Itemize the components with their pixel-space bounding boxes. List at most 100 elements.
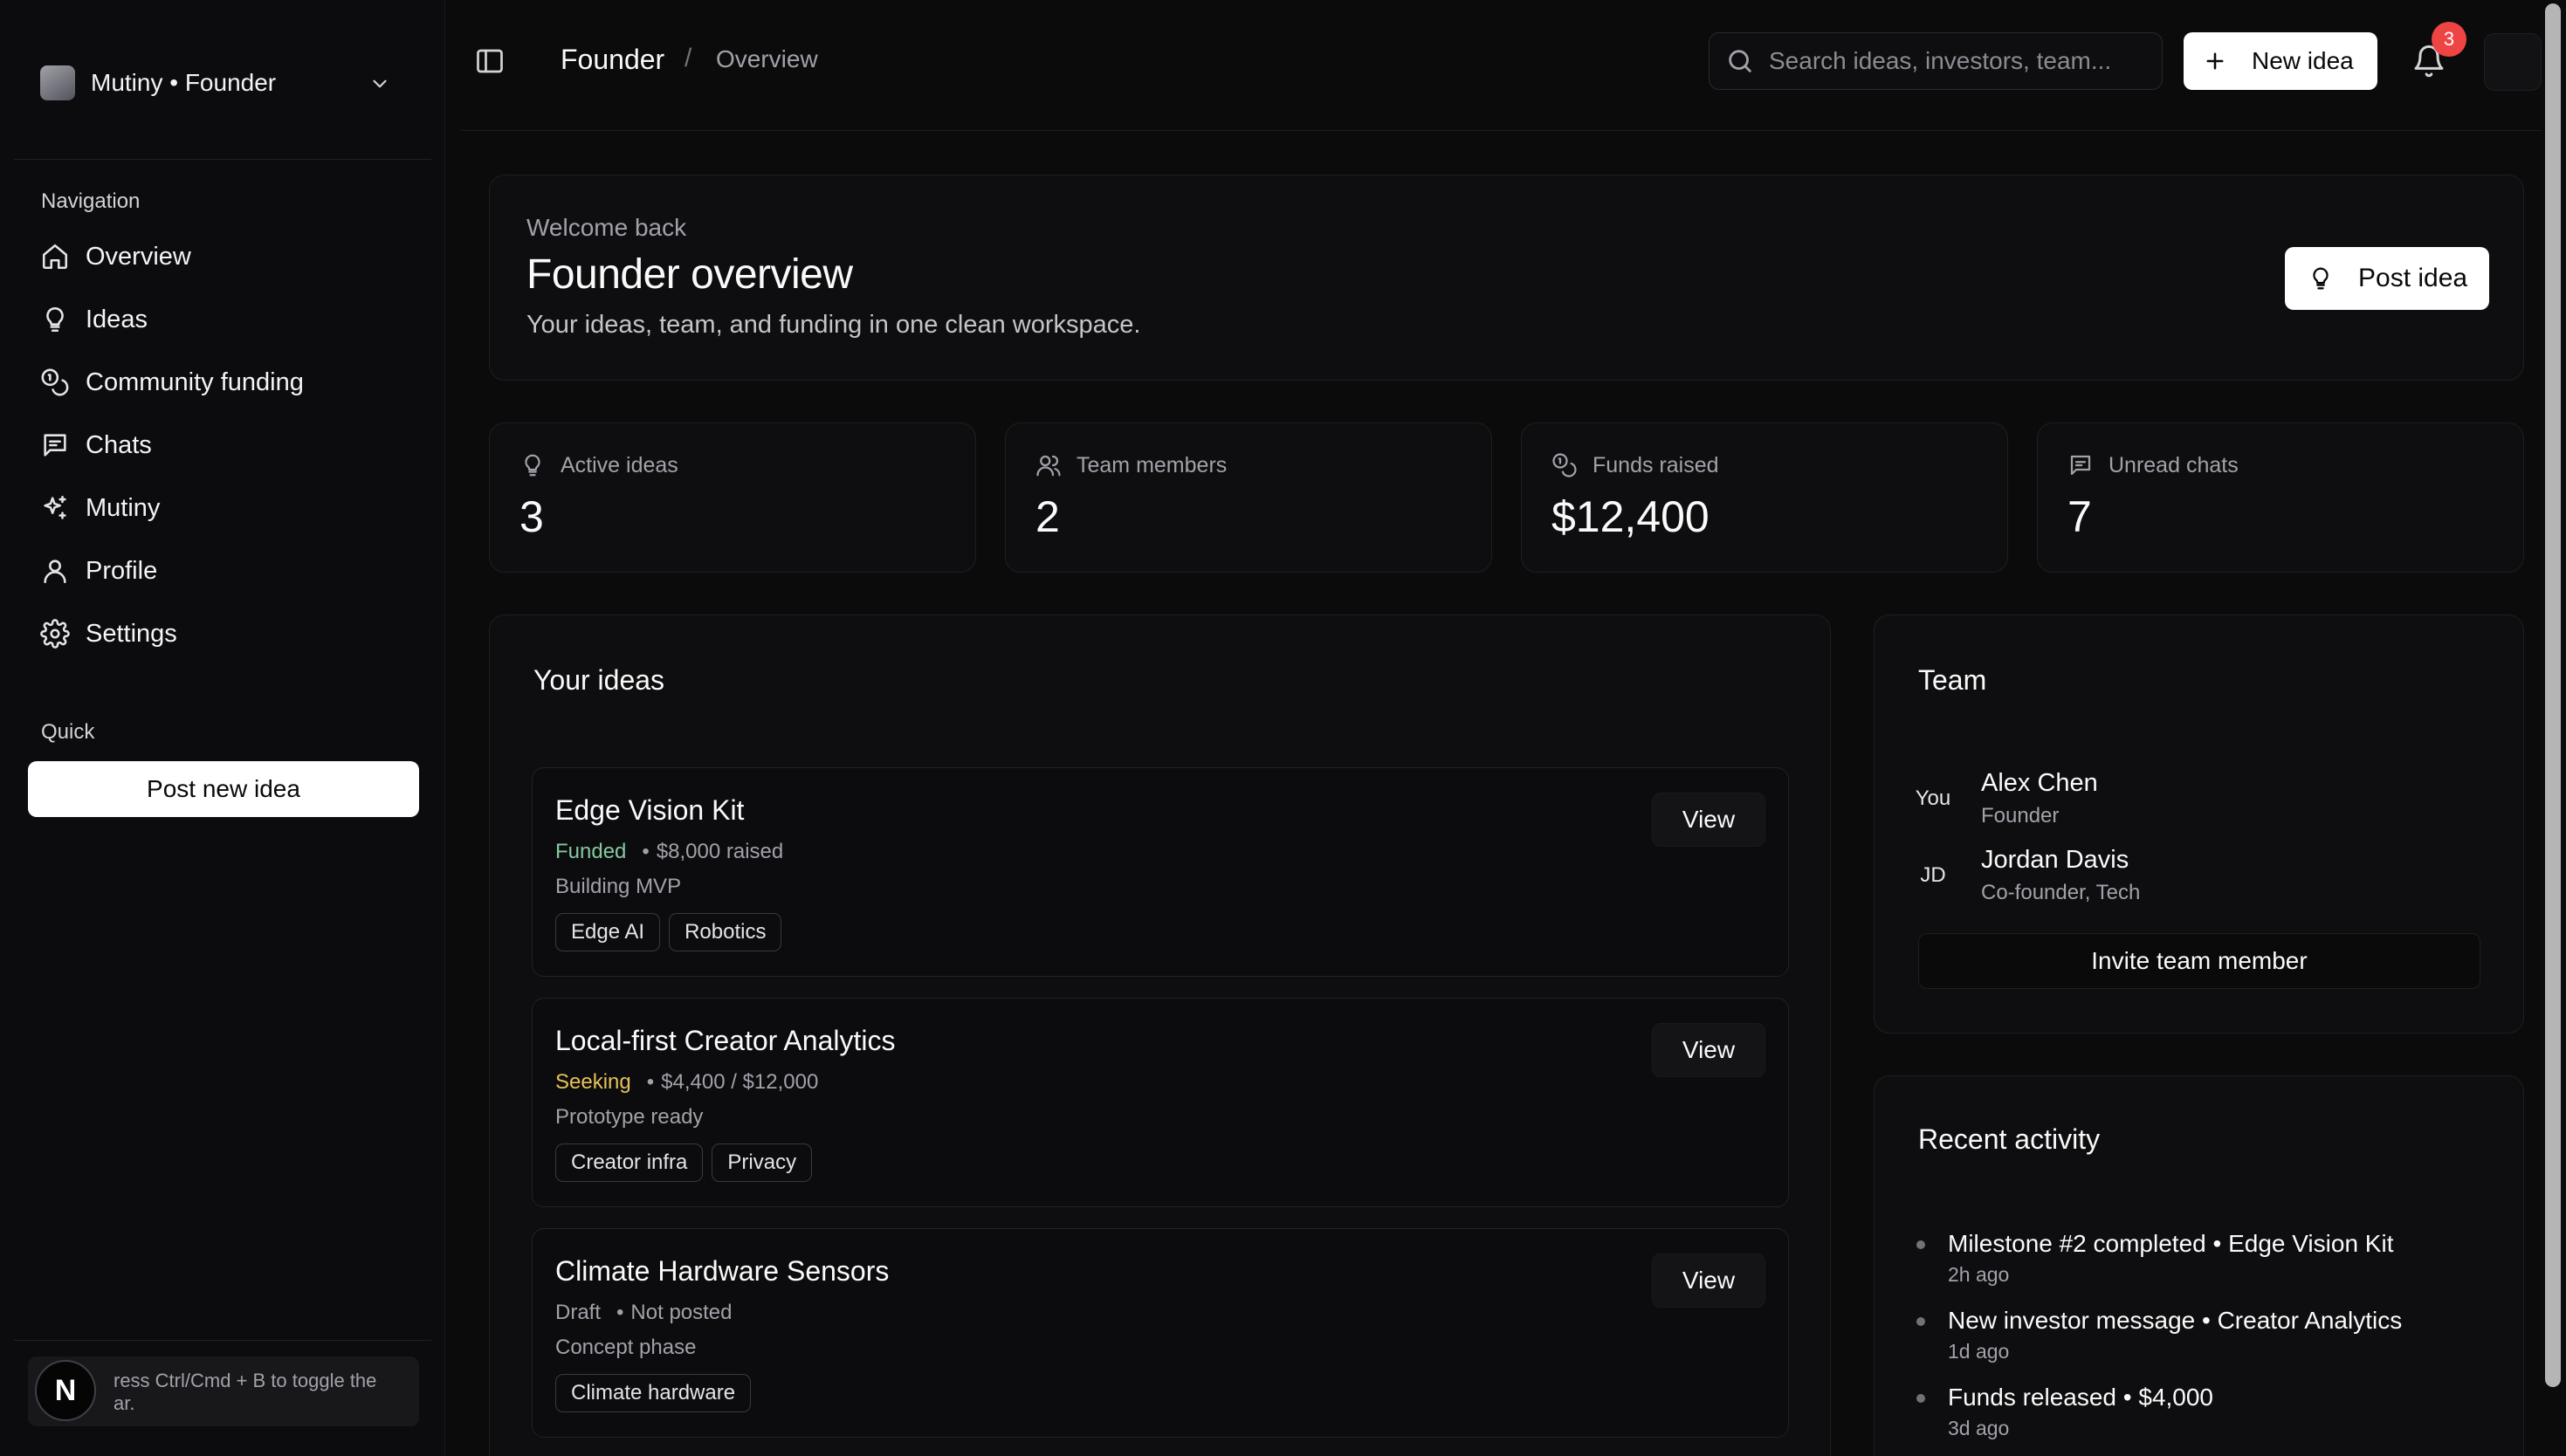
activity-time: 1d ago [1948, 1340, 2010, 1363]
stat-label: Funds raised [1593, 453, 1719, 477]
idea-tags: Edge AI Robotics [555, 913, 782, 951]
idea-detail: $8,000 raised [656, 840, 784, 863]
sidebar-item-ideas[interactable]: Ideas [26, 288, 419, 351]
idea-stage: Building MVP [555, 875, 682, 898]
stat-card-unread-chats: Unread chats 7 [2037, 422, 2524, 573]
idea-status: Seeking [555, 1070, 631, 1094]
workspace-switcher[interactable]: Mutiny • Founder [26, 48, 410, 118]
idea-meta: Seeking • $4,400 / $12,000 [555, 1070, 819, 1094]
sidebar-divider [14, 1340, 431, 1341]
idea-detail: Not posted [630, 1301, 733, 1324]
sidebar-item-label: Chats [86, 430, 152, 459]
plus-icon [2206, 52, 2224, 70]
stat-card-team-members: Team members 2 [1005, 422, 1492, 573]
sidebar-item-label: Mutiny [86, 493, 161, 522]
stat-label: Unread chats [2109, 453, 2239, 477]
invite-team-member-button[interactable]: Invite team member [1918, 933, 2480, 989]
view-idea-button[interactable]: View [1652, 1023, 1765, 1077]
view-idea-button[interactable]: View [1652, 793, 1765, 847]
activity-text: Funds released • $4,000 [1948, 1384, 2214, 1411]
lightbulb-icon [525, 454, 540, 477]
idea-meta: Funded • $8,000 raised [555, 840, 784, 863]
idea-detail: $4,400 / $12,000 [661, 1070, 819, 1094]
sparkles-icon [44, 495, 66, 519]
idea-stage: Prototype ready [555, 1105, 704, 1129]
activity-time: 3d ago [1948, 1417, 2010, 1439]
sidebar: Mutiny • Founder Navigation Overview Ide… [0, 0, 445, 1456]
idea-card: Local-first Creator Analytics Seeking • $4… [532, 998, 1789, 1207]
stat-value: 7 [2067, 492, 2092, 541]
bullet-icon [1916, 1240, 1925, 1249]
search-icon [1729, 50, 1751, 72]
idea-tags: Creator infra Privacy [555, 1144, 813, 1182]
avatar: You [1915, 786, 1951, 810]
home-icon [42, 244, 68, 270]
sidebar-item-overview[interactable]: Overview [26, 225, 419, 288]
post-idea-button[interactable]: Post idea [2285, 247, 2489, 310]
sidebar-toggle-icon[interactable] [474, 45, 506, 77]
activity-time: 2h ago [1948, 1263, 2010, 1286]
sidebar-item-mutiny[interactable]: Mutiny [26, 477, 419, 539]
idea-tags: Climate hardware [555, 1374, 752, 1412]
page-title: Founder overview [526, 251, 853, 298]
sidebar-item-settings[interactable]: Settings [26, 602, 419, 665]
dev-badge[interactable]: N [35, 1360, 96, 1421]
message-icon [44, 434, 66, 457]
idea-title: Local-first Creator Analytics [555, 1025, 896, 1056]
sidebar-item-profile[interactable]: Profile [26, 539, 419, 602]
idea-status: Draft [555, 1301, 602, 1324]
team-member[interactable]: You Alex Chen Founder [1897, 769, 2491, 839]
sidebar-item-label: Community funding [86, 367, 304, 396]
sidebar-item-chats[interactable]: Chats [26, 414, 419, 477]
idea-title: Climate Hardware Sensors [555, 1255, 890, 1287]
navigation-label: Navigation [41, 189, 141, 213]
sidebar-nav: Overview Ideas Community funding Chats M… [26, 225, 419, 665]
sidebar-divider [14, 159, 431, 160]
team-title: Team [1918, 664, 1987, 696]
activity-text: Milestone #2 completed • Edge Vision Kit [1948, 1230, 2394, 1257]
sidebar-item-community-funding[interactable]: Community funding [26, 351, 419, 414]
member-name: Jordan Davis [1981, 846, 2129, 874]
lightbulb-icon [46, 306, 64, 333]
team-card: Team You Alex Chen Founder JD Jordan Dav… [1874, 615, 2524, 1034]
notification-badge: 3 [2432, 22, 2466, 57]
breadcrumb-current: Overview [716, 45, 818, 72]
search-field[interactable] [1709, 32, 2163, 90]
stat-label: Active ideas [561, 453, 678, 477]
idea-title: Edge Vision Kit [555, 794, 745, 826]
new-idea-button[interactable]: New idea [2184, 32, 2377, 90]
activity-card: Recent activity Milestone #2 completed •… [1874, 1075, 2524, 1456]
idea-status: Funded [555, 840, 627, 863]
page-subtitle: Your ideas, team, and funding in one cle… [526, 311, 1141, 339]
coins-icon [1552, 453, 1577, 477]
idea-tag: Robotics [669, 913, 782, 951]
workspace-name: Mutiny • Founder [91, 69, 277, 96]
ideas-card: Your ideas Edge Vision Kit Funded • $8,000… [489, 615, 1831, 1456]
stat-value: 3 [519, 492, 544, 541]
hint-text: ress Ctrl/Cmd + B to toggle the ar. [114, 1370, 377, 1414]
scrollbar-thumb[interactable] [2545, 3, 2561, 1387]
idea-tag: Privacy [712, 1144, 813, 1182]
ideas-title: Your ideas [533, 664, 665, 696]
view-idea-button[interactable]: View [1652, 1253, 1765, 1308]
stat-value: $12,400 [1551, 492, 1710, 541]
stat-label: Team members [1077, 453, 1228, 477]
breadcrumb-separator: / [684, 44, 692, 72]
idea-tag: Creator infra [555, 1144, 704, 1182]
lightbulb-icon [2313, 267, 2329, 290]
idea-card: Climate Hardware Sensors Draft • Not poste… [532, 1228, 1789, 1438]
new-idea-label: New idea [2252, 47, 2354, 74]
search-input[interactable] [1769, 47, 2136, 75]
stat-value: 2 [1035, 492, 1060, 541]
post-new-idea-button[interactable]: Post new idea [28, 761, 419, 817]
avatar[interactable] [2484, 33, 2542, 91]
message-icon [2070, 455, 2091, 476]
top-header: Founder / Overview New idea 3 [461, 0, 2542, 131]
idea-card: Edge Vision Kit Funded • $8,000 raised Bui… [532, 767, 1789, 977]
team-member[interactable]: JD Jordan Davis Co-founder, Tech [1897, 846, 2491, 916]
breadcrumb-root[interactable]: Founder [561, 44, 664, 76]
idea-meta: Draft • Not posted [555, 1301, 733, 1324]
coins-icon [41, 368, 69, 396]
user-icon [44, 560, 66, 584]
member-role: Co-founder, Tech [1981, 881, 2141, 904]
